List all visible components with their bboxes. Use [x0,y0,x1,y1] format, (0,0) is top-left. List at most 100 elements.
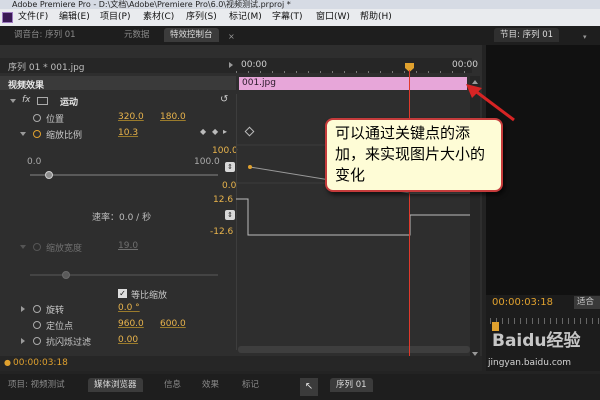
uniform-scale-checkbox[interactable]: ✓ [118,289,127,298]
menu-bar: 文件(F) 编辑(E) 项目(P) 素材(C) 序列(S) 标记(M) 字幕(T… [0,9,600,26]
watermark-brand: Baidu经验 [492,331,581,351]
tab-program-monitor[interactable]: 节目: 序列 01 [494,28,560,42]
anchor-row: 定位点 960.0 600.0 [0,318,236,332]
fx-icon[interactable]: fx [22,95,31,105]
tab-metadata[interactable]: 元数据 [118,28,156,42]
effect-controls-footer: ● 00:00:03:18 [0,356,482,371]
scale-graph-toggle-icon[interactable]: ⇕ [225,162,235,172]
menu-help[interactable]: 帮助(H) [360,9,392,26]
tab-audio-mixer[interactable]: 调音台: 序列 01 [8,28,82,42]
menu-marker[interactable]: 标记(M) [229,9,262,26]
rotation-row: 旋转 0.0 ° [0,302,236,316]
scale-row: 缩放比例 10.3 ◆ ◆ ▸ [0,127,236,141]
scale-width-label: 缩放宽度 [46,244,83,254]
velocity-graph-toggle-icon[interactable]: ⇕ [225,210,235,220]
ruler-timecode-end: 00:00 [452,60,478,70]
scale-width-expand-icon [20,245,26,249]
antiflicker-row: 抗闪烁过滤 0.00 [0,334,236,348]
scale-value[interactable]: 10.3 [118,128,138,138]
motion-label: 运动 [60,98,79,108]
program-timecode[interactable]: 00:00:03:18 [492,297,553,308]
rotation-label: 旋转 [46,306,65,316]
premiere-app-icon[interactable] [2,12,13,23]
reset-icon[interactable]: ↺ [220,94,228,105]
position-stopwatch-icon[interactable] [33,114,41,122]
tab-effects[interactable]: 效果 [196,378,225,392]
scale-slider-track[interactable] [30,174,218,176]
uniform-scale-row: ✓ 等比缩放 [118,287,236,301]
horizontal-scrollbar[interactable] [238,346,470,353]
footer-play-icon[interactable]: ● [4,358,11,367]
tab-timeline-sequence[interactable]: 序列 01 [330,378,373,392]
scale-slider-max: 100.0 [194,157,220,167]
scale-slider-min: 0.0 [27,157,42,167]
anchor-x-value[interactable]: 960.0 [118,319,144,329]
rotation-expand-icon[interactable] [21,306,25,312]
uniform-scale-label: 等比缩放 [131,291,168,301]
scale-width-slider-knob [61,271,70,279]
scale-stopwatch-icon[interactable] [33,130,41,138]
callout-text: 可以通过关键点的添加，来实现图片大小的变化 [335,124,486,184]
clip-bar[interactable]: 001.jpg [239,77,467,90]
panel-menu-icon[interactable]: ▾ [583,33,587,41]
position-row: 位置 320.0 180.0 [0,111,236,125]
anchor-stopwatch-icon[interactable] [33,321,41,329]
velocity-bottom: -12.6 [210,227,234,237]
window-title-bar: Adobe Premiere Pro - D:\文档\Adobe\Premier… [0,0,600,9]
sequence-clip-label: 序列 01 * 001.jpg [8,63,85,73]
video-effects-header: 视频效果 [0,76,236,91]
rotation-value[interactable]: 0.0 ° [118,303,140,313]
motion-transform-icon[interactable] [37,97,48,105]
motion-row: fx 运动 ↺ [0,93,236,109]
window-title: Adobe Premiere Pro - D:\文档\Adobe\Premier… [12,0,291,9]
anchor-y-value[interactable]: 600.0 [160,319,186,329]
scale-width-value: 19.0 [118,241,139,251]
next-keyframe-icon[interactable]: ▸ [223,127,227,136]
top-tab-bar: 调音台: 序列 01 元数据 特效控制台 × 节目: 序列 01 ▾ [0,26,600,45]
anchor-label: 定位点 [46,322,74,332]
selection-tool-icon[interactable]: ↖ [300,378,318,396]
position-y-value[interactable]: 180.0 [160,112,186,122]
tab-media-browser[interactable]: 媒体浏览器 [88,378,143,392]
prev-keyframe-icon[interactable]: ◆ [200,127,206,136]
position-x-value[interactable]: 320.0 [118,112,144,122]
menu-project[interactable]: 项目(P) [100,9,130,26]
menu-title[interactable]: 字幕(T) [272,9,303,26]
antiflicker-expand-icon[interactable] [21,338,25,344]
ruler-timecode-start: 00:00 [241,60,267,70]
scale-label: 缩放比例 [46,131,83,141]
playhead-line [409,70,410,356]
velocity-curve [236,198,470,236]
footer-timecode[interactable]: 00:00:03:18 [13,358,68,368]
scale-graph-point [248,165,252,169]
menu-clip[interactable]: 素材(C) [143,9,174,26]
tab-info[interactable]: 信息 [158,378,187,392]
program-fit-dropdown[interactable]: 适合 [574,296,600,309]
bottom-tab-bar: 项目: 视频测试 媒体浏览器 信息 效果 标记 ↖ 序列 01 [0,374,600,400]
close-tab-icon[interactable]: × [228,32,235,41]
program-ruler[interactable] [490,318,600,324]
motion-expand-icon[interactable] [10,99,16,103]
watermark-site: jingyan.baidu.com [488,358,572,368]
clip-name: 001.jpg [242,78,276,88]
callout-arrow-icon [466,84,515,122]
effect-timeline-ruler[interactable]: 00:00 00:00 [236,58,478,73]
scale-graph-min: 0.0 [222,181,237,191]
tab-project[interactable]: 项目: 视频测试 [2,378,71,392]
scale-width-row: 缩放宽度 19.0 [0,240,236,254]
antiflicker-value[interactable]: 0.00 [118,335,138,345]
section-title: 视频效果 [8,81,45,91]
menu-edit[interactable]: 编辑(E) [59,9,90,26]
scale-graph-max: 100.0 [212,146,238,156]
tab-effect-controls[interactable]: 特效控制台 [164,28,219,42]
rotation-stopwatch-icon[interactable] [33,305,41,313]
add-keyframe-icon[interactable]: ◆ [212,127,218,136]
menu-sequence[interactable]: 序列(S) [186,9,217,26]
antiflicker-stopwatch-icon[interactable] [33,337,41,345]
menu-file[interactable]: 文件(F) [18,9,48,26]
scale-expand-icon[interactable] [20,132,26,136]
menu-window[interactable]: 窗口(W) [316,9,350,26]
clip-header: 序列 01 * 001.jpg [0,58,236,73]
toggle-timeline-icon[interactable] [229,62,233,68]
tab-markers[interactable]: 标记 [236,378,265,392]
